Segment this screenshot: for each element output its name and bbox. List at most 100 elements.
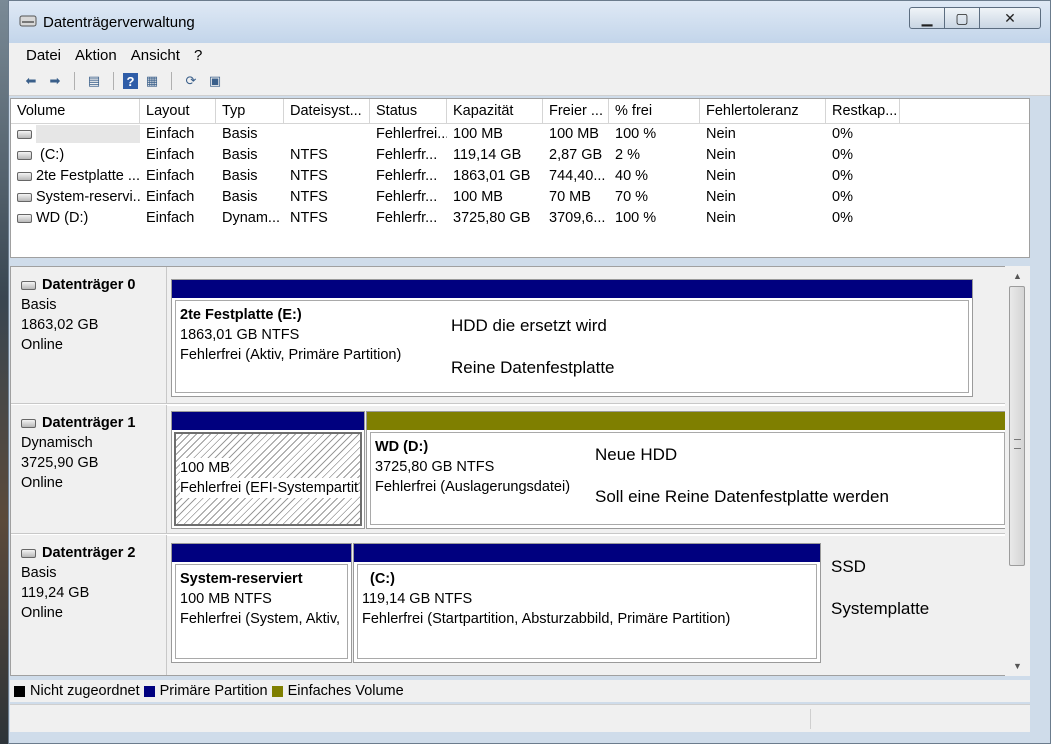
volume-cell: 100 % xyxy=(609,124,700,145)
properties-icon[interactable]: ▤ xyxy=(84,71,104,91)
cell-text: 0% xyxy=(832,210,853,226)
cell-text: 40 % xyxy=(615,168,649,184)
minimize-icon: ▁ xyxy=(921,9,933,26)
partition-c[interactable]: (C:) 119,14 GB NTFS Fehlerfrei (Startpar… xyxy=(353,543,821,663)
disk-info-1[interactable]: Datenträger 1 Dynamisch 3725,90 GB Onlin… xyxy=(11,405,167,533)
cell-text: Nein xyxy=(706,210,736,226)
partition-size: 100 MB xyxy=(180,458,230,478)
toolbar-separator xyxy=(171,72,172,90)
list-view-icon[interactable]: ▦ xyxy=(142,71,162,91)
column-header-volume[interactable]: Volume xyxy=(11,99,140,123)
volume-disk-icon xyxy=(17,171,32,181)
column-header-status[interactable]: Status xyxy=(370,99,447,123)
disk-size: 119,24 GB xyxy=(21,585,90,601)
partition-system-reserved[interactable]: System-reserviert 100 MB NTFS Fehlerfrei… xyxy=(171,543,352,663)
cell-text: 100 MB xyxy=(453,189,503,205)
refresh-icon[interactable]: ⟳ xyxy=(181,71,201,91)
cell-text: Dynam... xyxy=(222,210,281,226)
cell-text: 0% xyxy=(832,147,853,163)
help-icon[interactable]: ? xyxy=(123,73,138,89)
cell-text: 2 % xyxy=(615,147,640,163)
volume-cell: Einfach xyxy=(140,166,216,187)
disk-type: Dynamisch xyxy=(21,435,93,451)
volume-cell: 744,40... xyxy=(543,166,609,187)
column-header-free[interactable]: Freier ... xyxy=(543,99,609,123)
forward-arrow-icon[interactable]: ➡ xyxy=(45,71,65,91)
column-header-layout[interactable]: Layout xyxy=(140,99,216,123)
cell-text: Fehlerfr... xyxy=(376,189,438,205)
menu-bar: Datei Aktion Ansicht ? xyxy=(9,43,1050,67)
disk-name: Datenträger 2 xyxy=(42,545,136,561)
disk-view-scrollbar[interactable]: ▲ ▼ xyxy=(1005,266,1030,676)
cell-text: Einfach xyxy=(146,189,195,205)
legend-swatch xyxy=(143,685,155,697)
volume-cell: 1863,01 GB xyxy=(447,166,543,187)
volume-cell: 40 % xyxy=(609,166,700,187)
rescan-icon[interactable]: ▣ xyxy=(205,71,225,91)
partition-status: Fehlerfrei (Startpartition, Absturzabbil… xyxy=(362,611,731,627)
back-arrow-icon[interactable]: ⬅ xyxy=(21,71,41,91)
volume-cell: Fehlerfr... xyxy=(370,145,447,166)
cell-text: (C:) xyxy=(40,147,65,163)
partition-size: 119,14 GB NTFS xyxy=(362,591,473,607)
menu-aktion[interactable]: Aktion xyxy=(68,47,124,64)
volume-cell: NTFS xyxy=(284,166,370,187)
partition-type-bar xyxy=(172,412,364,430)
partition-title: System-reserviert xyxy=(180,571,303,587)
volume-cell: 0% xyxy=(826,145,900,166)
volume-disk-icon xyxy=(17,129,32,139)
menu-datei[interactable]: Datei xyxy=(19,47,68,64)
toolbar: ⬅ ➡ ▤ ? ▦ ⟳ ▣ xyxy=(9,67,1050,96)
scroll-up-arrow-icon[interactable]: ▲ xyxy=(1005,268,1030,285)
partition-status: Fehlerfrei (EFI-Systempartit xyxy=(180,478,359,498)
volume-cell: 100 MB xyxy=(543,124,609,145)
column-header-filesystem[interactable]: Dateisyst... xyxy=(284,99,370,123)
disk-info-2[interactable]: Datenträger 2 Basis 119,24 GB Online xyxy=(11,535,167,675)
column-header-percent-free[interactable]: % frei xyxy=(609,99,700,123)
volume-cell: 0% xyxy=(826,124,900,145)
volume-row[interactable]: 2te Festplatte ... Einfach Basis NTFS Fehler… xyxy=(11,166,1029,187)
partition-title: (C:) xyxy=(370,571,395,587)
partition-e[interactable]: 2te Festplatte (E:) 1863,01 GB NTFS Fehl… xyxy=(171,279,973,397)
volume-row[interactable]: Einfach Basis Fehlerfrei... 100 MB 100 MB 100… xyxy=(11,124,1029,145)
column-header-fault-tolerance[interactable]: Fehlertoleranz xyxy=(700,99,826,123)
partition-type-bar xyxy=(354,544,820,562)
volume-cell: 100 % xyxy=(609,208,700,229)
column-header-overhead[interactable]: Restkap... xyxy=(826,99,900,123)
maximize-button[interactable]: ▢ xyxy=(944,7,980,29)
disk-state: Online xyxy=(21,475,63,491)
volume-cell: Basis xyxy=(216,166,284,187)
disk-info-0[interactable]: Datenträger 0 Basis 1863,02 GB Online xyxy=(11,267,167,403)
title-bar[interactable]: Datenträgerverwaltung ▁ ▢ ✕ xyxy=(9,1,1050,43)
volume-list-header: Volume Layout Typ Dateisyst... Status Ka… xyxy=(11,99,1029,124)
column-header-typ[interactable]: Typ xyxy=(216,99,284,123)
menu-help[interactable]: ? xyxy=(187,47,209,64)
disk-state: Online xyxy=(21,605,63,621)
disk-icon xyxy=(21,418,36,428)
volume-row[interactable]: (C:) Einfach Basis NTFS Fehlerfr... 119,14 GB… xyxy=(11,145,1029,166)
column-header-capacity[interactable]: Kapazität xyxy=(447,99,543,123)
volume-row[interactable]: WD (D:) Einfach Dynam... NTFS Fehlerfr... 372… xyxy=(11,208,1029,229)
minimize-button[interactable]: ▁ xyxy=(909,7,945,29)
volume-cell: NTFS xyxy=(284,145,370,166)
scroll-down-arrow-icon[interactable]: ▼ xyxy=(1005,658,1030,675)
volume-row[interactable]: System-reservi... Einfach Basis NTFS Fehlerf… xyxy=(11,187,1029,208)
scrollbar-thumb[interactable] xyxy=(1009,286,1025,566)
cell-text: Fehlerfr... xyxy=(376,147,438,163)
volume-cell: Einfach xyxy=(140,208,216,229)
cell-text: 70 MB xyxy=(549,189,591,205)
disk-name: Datenträger 0 xyxy=(42,277,136,293)
menu-ansicht[interactable]: Ansicht xyxy=(124,47,187,64)
legend-item-unallocated: Nicht zugeordnet xyxy=(14,683,140,699)
partition-d[interactable]: WD (D:) 3725,80 GB NTFS Fehlerfrei (Ausl… xyxy=(366,411,1009,529)
close-button[interactable]: ✕ xyxy=(979,7,1041,29)
partition-title xyxy=(180,438,360,458)
volume-cell: NTFS xyxy=(284,187,370,208)
volume-disk-icon xyxy=(17,213,32,223)
disk-type: Basis xyxy=(21,565,57,581)
partition-efi[interactable]: 100 MB Fehlerfrei (EFI-Systempartit xyxy=(171,411,365,529)
disk-graphical-view: Datenträger 0 Basis 1863,02 GB Online 2t… xyxy=(10,266,1030,676)
volume-cell: Dynam... xyxy=(216,208,284,229)
partition-size: 100 MB NTFS xyxy=(180,591,272,607)
cell-text: Einfach xyxy=(146,126,195,142)
